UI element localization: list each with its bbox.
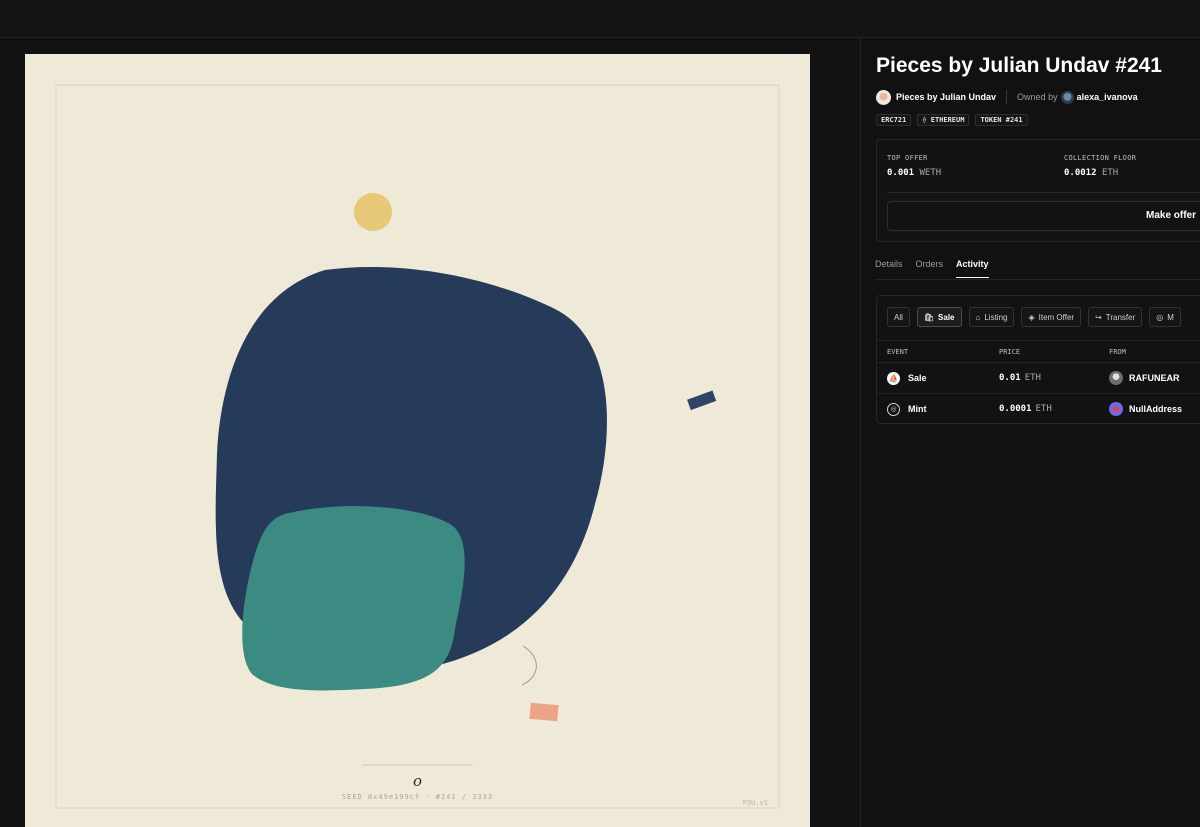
item-title: Pieces by Julian Undav #241	[876, 54, 1162, 77]
user-avatar	[1109, 371, 1123, 385]
transfer-arrow-icon: ↪	[1095, 312, 1102, 322]
gold-circle-shape	[354, 193, 392, 231]
tabs-underline	[875, 279, 1200, 280]
mint-icon: ◎	[1156, 312, 1164, 322]
artwork-version-text: P3U.v1	[742, 799, 768, 807]
event-name: Sale	[908, 373, 927, 383]
column-header-event: EVENT	[887, 348, 909, 356]
filter-all[interactable]: All	[887, 307, 910, 327]
collection-floor-label: COLLECTION FLOOR	[1064, 154, 1137, 162]
grey-arc-shape	[521, 645, 537, 686]
top-offer-value: 0.001 WETH	[887, 168, 942, 178]
top-offer-label: TOP OFFER	[887, 154, 928, 162]
collection-link[interactable]: Pieces by Julian Undav	[896, 92, 996, 102]
collection-avatar[interactable]	[876, 89, 891, 105]
activity-filters: All 🛍 Sale ⌂ Listing ◈ Item Offer ↪ Tran…	[887, 307, 1181, 327]
activity-card: All 🛍 Sale ⌂ Listing ◈ Item Offer ↪ Tran…	[876, 295, 1200, 424]
top-offer-block: TOP OFFER 0.001 WETH	[887, 154, 941, 178]
meta-divider	[1006, 90, 1008, 104]
table-row[interactable]: ⛵ Sale 0.01 ETH RAFUNEAR	[877, 363, 1200, 393]
offer-card: TOP OFFER 0.001 WETH COLLECTION FLOOR 0.…	[876, 139, 1200, 242]
event-price: 0.01 ETH	[999, 373, 1041, 383]
salmon-bar-shape	[529, 702, 559, 722]
offer-divider	[887, 192, 1200, 193]
offer-icon: ◈	[1028, 312, 1035, 322]
generative-artwork	[55, 84, 780, 809]
tag-token-id: TOKEN #241	[975, 114, 1028, 126]
table-row[interactable]: ◎ Mint 0.0001 ETH NullAddress	[877, 394, 1200, 423]
token-tags: ERC721 ⟠ ETHEREUM TOKEN #241	[876, 114, 1028, 126]
teal-blob-shape	[242, 506, 465, 691]
user-avatar	[1109, 402, 1123, 416]
shopping-bag-icon: 🛍	[923, 312, 935, 322]
collection-floor-value: 0.0012 ETH	[1064, 168, 1119, 178]
filter-mint[interactable]: ◎ M	[1149, 307, 1181, 327]
tab-details[interactable]: Details	[875, 259, 903, 278]
artwork-seed-text: SEED 0x49e199cf · #241 / 3333	[341, 793, 494, 801]
make-offer-button[interactable]: Make offer	[887, 201, 1200, 231]
top-navigation-bar	[0, 0, 1200, 38]
owned-by-label: Owned by	[1017, 92, 1058, 102]
column-header-from: FROM	[1109, 348, 1126, 356]
detail-tabs: Details Orders Activity	[875, 259, 989, 278]
filter-sale[interactable]: 🛍 Sale	[916, 307, 962, 327]
item-details-panel: Pieces by Julian Undav #241 Pieces by Ju…	[861, 38, 1200, 827]
filter-transfer[interactable]: ↪ Transfer	[1088, 307, 1143, 327]
item-meta-row: Pieces by Julian Undav Owned by alexa_iv…	[876, 88, 1138, 106]
tag-chain: ⟠ ETHEREUM	[917, 114, 970, 126]
column-header-price: PRICE	[999, 348, 1021, 356]
artwork-title-glyph: o	[412, 772, 423, 790]
tag-icon: ⌂	[975, 312, 981, 322]
owner-avatar[interactable]	[1060, 90, 1074, 104]
navy-bar-shape	[687, 390, 717, 411]
filter-item-offer[interactable]: ◈ Item Offer	[1021, 307, 1082, 327]
from-user-link[interactable]: RAFUNEAR	[1129, 373, 1180, 383]
sale-icon: ⛵	[887, 371, 900, 385]
event-name: Mint	[908, 404, 927, 414]
filter-listing[interactable]: ⌂ Listing	[968, 307, 1015, 327]
tab-activity[interactable]: Activity	[956, 259, 989, 278]
owner-link[interactable]: alexa_ivanova	[1077, 92, 1138, 102]
collection-floor-block: COLLECTION FLOOR 0.0012 ETH	[1064, 154, 1136, 178]
artwork-image[interactable]: o SEED 0x49e199cf · #241 / 3333 P3U.v1	[25, 54, 810, 827]
event-price: 0.0001 ETH	[999, 404, 1052, 414]
table-top-divider	[877, 340, 1200, 341]
tab-orders[interactable]: Orders	[916, 259, 944, 278]
tag-standard: ERC721	[876, 114, 912, 126]
mint-icon: ◎	[887, 402, 900, 416]
from-user-link[interactable]: NullAddress	[1129, 404, 1182, 414]
